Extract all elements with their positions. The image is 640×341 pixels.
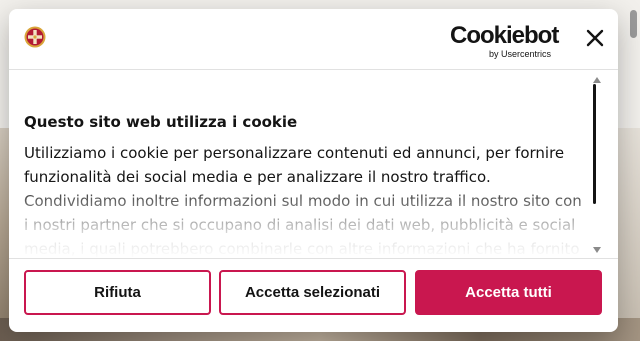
- cookiebot-wordmark: Cookiebot: [450, 22, 559, 49]
- cookiebot-byline: by Usercentrics: [488, 49, 551, 59]
- scroll-thumb[interactable]: [593, 84, 596, 204]
- close-icon[interactable]: [584, 27, 606, 49]
- dialog-title: Questo sito web utilizza i cookie: [24, 113, 298, 131]
- dialog-body: Utilizziamo i cookie per personalizzare …: [24, 141, 589, 258]
- dialog-content[interactable]: Questo sito web utilizza i cookie Utiliz…: [9, 70, 618, 258]
- reject-button[interactable]: Rifiuta: [24, 270, 211, 315]
- accept-selected-button[interactable]: Accetta selezionati: [219, 270, 406, 315]
- scroll-down-arrow-icon[interactable]: [593, 247, 601, 253]
- accept-all-button[interactable]: Accetta tutti: [415, 270, 602, 315]
- body-paragraph: Condividiamo inoltre informazioni sul mo…: [24, 192, 582, 258]
- cookie-consent-dialog: Cookiebot by Usercentrics Questo sito we…: [9, 9, 618, 332]
- dialog-footer: Rifiuta Accetta selezionati Accetta tutt…: [9, 258, 618, 332]
- site-logo-icon: [24, 26, 46, 48]
- background-photo: [615, 128, 640, 318]
- body-paragraph: Utilizziamo i cookie per personalizzare …: [24, 144, 565, 186]
- cookiebot-logo: Cookiebot by Usercentrics: [450, 23, 559, 60]
- content-scrollbar[interactable]: [589, 74, 605, 258]
- page-scrollbar-thumb[interactable]: [630, 10, 637, 38]
- scroll-up-arrow-icon[interactable]: [593, 77, 601, 83]
- dialog-header: Cookiebot by Usercentrics: [9, 9, 618, 70]
